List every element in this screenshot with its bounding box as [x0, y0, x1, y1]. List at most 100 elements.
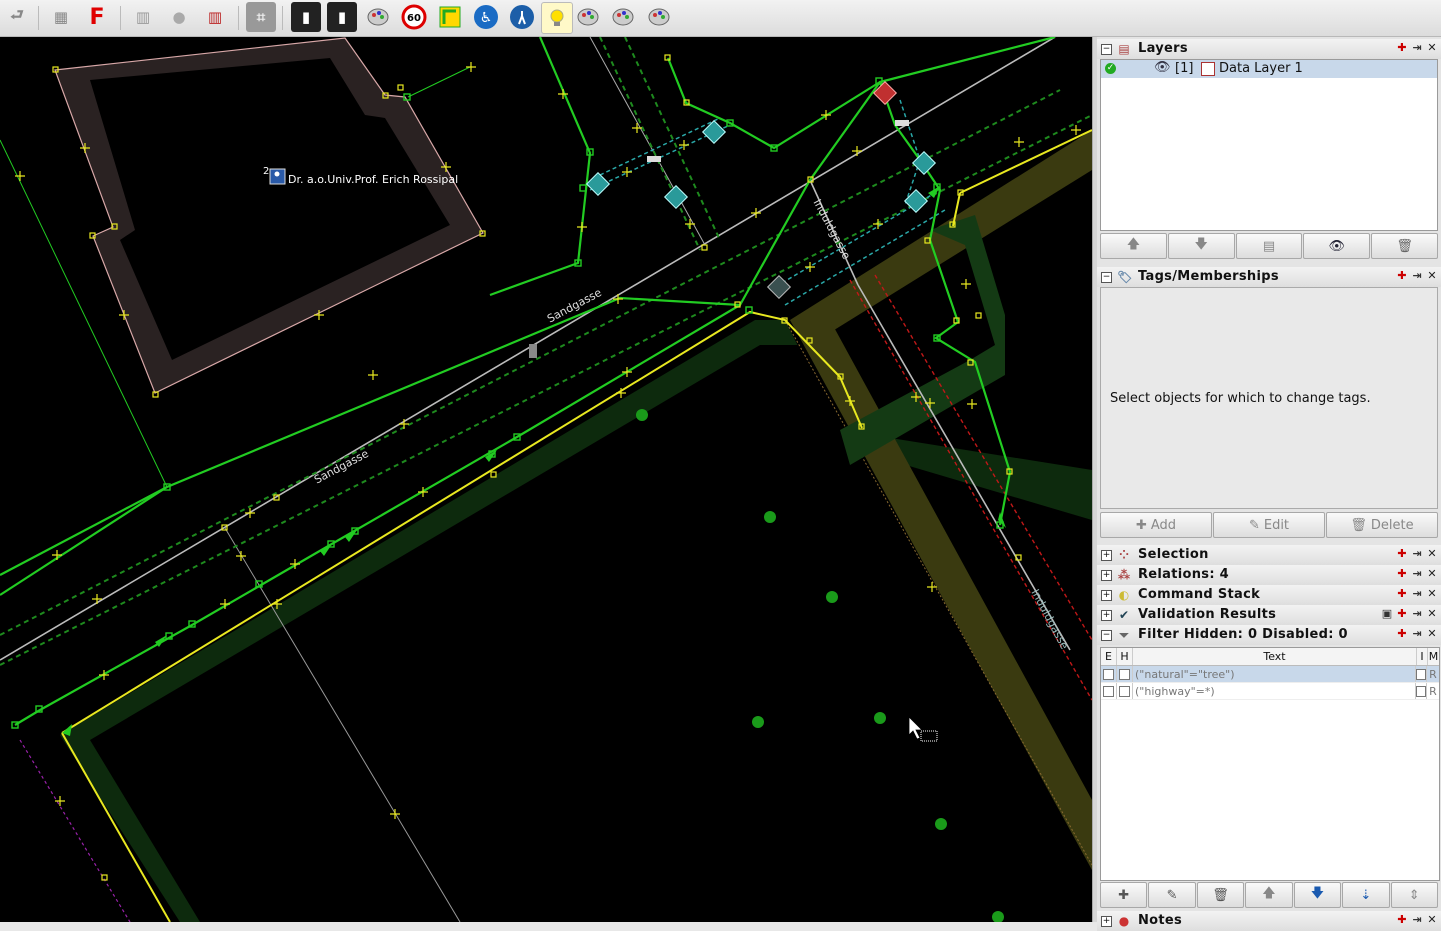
- sort-2-icon[interactable]: ⇕: [1390, 882, 1438, 908]
- filter-row[interactable]: ("highway"=*) R: [1101, 683, 1439, 700]
- map-view[interactable]: 2 Dr. a.o.Univ.Prof. Erich Rossipal Sand…: [0, 37, 1092, 922]
- notes-panel-header[interactable]: + ● Notes ✚ ⇥ ✕: [1097, 911, 1441, 931]
- expand-icon[interactable]: +: [1101, 550, 1112, 561]
- expand-icon[interactable]: +: [1101, 590, 1112, 601]
- validation-panel-header[interactable]: + ✔ Validation Results ▣ ✚ ⇥ ✕: [1097, 605, 1441, 625]
- close-icon[interactable]: ✕: [1426, 588, 1438, 600]
- filter-text: ("highway"=*): [1133, 683, 1416, 699]
- filter-panel-header[interactable]: − ⏷ Filter Hidden: 0 Disabled: 0 ✚ ⇥ ✕: [1097, 625, 1441, 645]
- red-f-icon[interactable]: F: [82, 2, 112, 32]
- delete-layer-button[interactable]: 🗑: [1371, 233, 1438, 259]
- crossing-icon[interactable]: ⌗: [246, 2, 276, 32]
- main-toolbar: ⮐ ▦ F ▥ ● ▥ ⌗ ▮ ▮ 60 ♿: [0, 0, 1441, 37]
- enable-checkbox[interactable]: [1103, 668, 1114, 680]
- move-up-button[interactable]: 🡅: [1100, 233, 1167, 259]
- undo-icon[interactable]: ⮐: [2, 2, 32, 32]
- palette-4-icon[interactable]: [644, 2, 674, 32]
- speed-limit-icon[interactable]: 60: [399, 2, 429, 32]
- wheelchair-icon[interactable]: ♿: [471, 2, 501, 32]
- enable-checkbox[interactable]: [1103, 685, 1114, 697]
- pin-icon[interactable]: ⇥: [1411, 548, 1423, 560]
- eye-icon[interactable]: 👁: [1154, 60, 1171, 75]
- pin-icon[interactable]: ⇥: [1411, 608, 1423, 620]
- pin-icon[interactable]: ⇥: [1411, 914, 1423, 926]
- invert-checkbox[interactable]: [1416, 668, 1426, 680]
- tags-panel-header[interactable]: − 🏷 Tags/Memberships ✚ ⇥ ✕: [1097, 267, 1441, 287]
- railway-2-icon[interactable]: ▮: [327, 2, 357, 32]
- pencil-icon: ✎: [1166, 887, 1178, 903]
- collapse-icon[interactable]: −: [1101, 272, 1112, 283]
- collapse-icon[interactable]: −: [1101, 630, 1112, 641]
- layers-panel-header[interactable]: − ▤ Layers ✚ ⇥ ✕: [1097, 39, 1441, 59]
- col-h[interactable]: H: [1117, 648, 1133, 665]
- help-icon[interactable]: ✚: [1396, 548, 1408, 560]
- palette-icon[interactable]: [363, 2, 393, 32]
- selection-panel-header[interactable]: + ⁘ Selection ✚ ⇥ ✕: [1097, 545, 1441, 565]
- merge-button[interactable]: ▤: [1235, 233, 1303, 259]
- edit-filter-button[interactable]: ✎: [1148, 882, 1196, 908]
- pin-icon[interactable]: ⇥: [1411, 588, 1423, 600]
- layers-title: Layers: [1138, 41, 1188, 56]
- close-icon[interactable]: ✕: [1426, 914, 1438, 926]
- col-text[interactable]: Text: [1133, 648, 1417, 665]
- arrow-down-icon: 🡇: [1194, 237, 1208, 252]
- invert-checkbox[interactable]: [1416, 685, 1426, 697]
- hide-checkbox[interactable]: [1119, 668, 1130, 680]
- hide-checkbox[interactable]: [1119, 685, 1130, 697]
- delete-tag-button[interactable]: 🗑 Delete: [1326, 512, 1438, 538]
- railway-icon[interactable]: ▮: [291, 2, 321, 32]
- close-icon[interactable]: ✕: [1426, 270, 1438, 282]
- tags-body: Select objects for which to change tags.: [1100, 287, 1438, 509]
- help-icon[interactable]: ✚: [1396, 42, 1408, 54]
- col-m[interactable]: M: [1428, 648, 1439, 665]
- help-icon[interactable]: ✚: [1396, 914, 1408, 926]
- command-stack-panel-header[interactable]: + ◐ Command Stack ✚ ⇥ ✕: [1097, 585, 1441, 605]
- relations-panel-header[interactable]: + ⁂ Relations: 4 ✚ ⇥ ✕: [1097, 565, 1441, 585]
- lightbulb-icon[interactable]: [541, 2, 573, 34]
- close-icon[interactable]: ✕: [1426, 548, 1438, 560]
- pin-icon[interactable]: ⇥: [1411, 568, 1423, 580]
- help-icon[interactable]: ✚: [1396, 270, 1408, 282]
- help-icon[interactable]: ✚: [1396, 608, 1408, 620]
- add-filter-button[interactable]: ✚: [1100, 882, 1148, 908]
- toggle-visibility-button[interactable]: 👁: [1303, 233, 1371, 259]
- hiking-icon[interactable]: [507, 2, 537, 32]
- shop-icon[interactable]: ▦: [46, 2, 76, 32]
- close-icon[interactable]: ✕: [1426, 42, 1438, 54]
- help-icon[interactable]: ✚: [1396, 628, 1408, 640]
- delete-filter-button[interactable]: 🗑: [1196, 882, 1245, 908]
- help-icon[interactable]: ✚: [1396, 568, 1408, 580]
- layout-icon[interactable]: ▣: [1381, 608, 1393, 620]
- help-icon[interactable]: ✚: [1396, 588, 1408, 600]
- layer-row[interactable]: ✓ 👁 [1] Data Layer 1: [1101, 60, 1437, 78]
- col-i[interactable]: I: [1417, 648, 1428, 665]
- pin-icon[interactable]: ⇥: [1411, 628, 1423, 640]
- close-icon[interactable]: ✕: [1426, 608, 1438, 620]
- layers-button-bar: 🡅 🡇 ▤ 👁 🗑: [1100, 233, 1438, 259]
- add-tag-button[interactable]: ✚ Add: [1100, 512, 1212, 538]
- close-icon[interactable]: ✕: [1426, 568, 1438, 580]
- edit-tag-button[interactable]: ✎ Edit: [1213, 512, 1325, 538]
- active-check-icon[interactable]: ✓: [1105, 63, 1116, 74]
- pencil-icon: ✎: [1248, 517, 1260, 533]
- sort-icon[interactable]: ⇣: [1342, 882, 1390, 908]
- globe-icon[interactable]: ●: [164, 2, 194, 32]
- collapse-icon[interactable]: −: [1101, 44, 1112, 55]
- poi-label[interactable]: Dr. a.o.Univ.Prof. Erich Rossipal: [288, 173, 458, 186]
- pin-icon[interactable]: ⇥: [1411, 270, 1423, 282]
- palette-3-icon[interactable]: [608, 2, 638, 32]
- filter-row[interactable]: ("natural"="tree") R: [1101, 666, 1439, 683]
- expand-icon[interactable]: +: [1101, 570, 1112, 581]
- close-icon[interactable]: ✕: [1426, 628, 1438, 640]
- move-filter-up-button[interactable]: 🡅: [1245, 882, 1293, 908]
- col-e[interactable]: E: [1101, 648, 1117, 665]
- move-filter-down-button[interactable]: 🡇: [1293, 882, 1342, 908]
- pin-icon[interactable]: ⇥: [1411, 42, 1423, 54]
- expand-icon[interactable]: +: [1101, 610, 1112, 621]
- barrier-icon[interactable]: ▥: [128, 2, 158, 32]
- move-down-button[interactable]: 🡇: [1167, 233, 1235, 259]
- barcode-icon[interactable]: ▥: [200, 2, 230, 32]
- route-icon[interactable]: [435, 2, 465, 32]
- notes-title: Notes: [1138, 913, 1183, 928]
- palette-2-icon[interactable]: [573, 2, 603, 32]
